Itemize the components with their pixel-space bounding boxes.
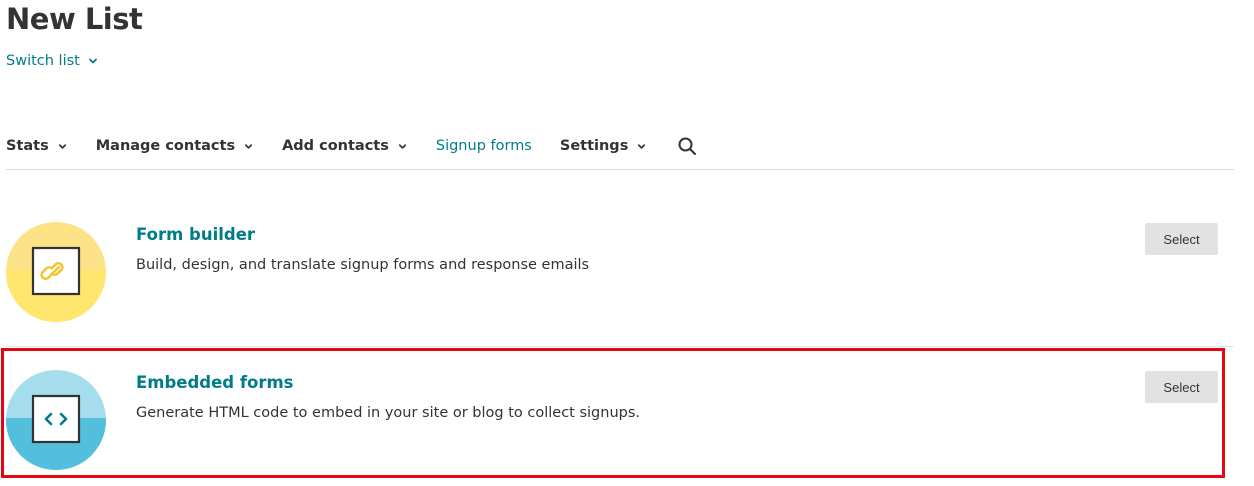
highlight-box [1,348,1225,478]
form-builder-description: Build, design, and translate signup form… [136,257,590,273]
nav-item-stats[interactable]: Stats [6,138,68,154]
switch-list-label: Switch list [6,53,80,69]
list-nav: Stats Manage contacts Add contacts Signu… [6,132,697,160]
nav-item-label: Settings [559,138,629,154]
nav-item-signup-forms[interactable]: Signup forms [436,138,532,154]
option-form-builder: Form builder Build, design, and translat… [6,215,1218,335]
form-builder-select-button[interactable]: Select [1145,223,1218,255]
form-builder-illustration [6,222,106,322]
search-icon[interactable] [677,136,697,156]
chevron-down-icon [245,143,253,149]
page-title: New List [6,2,143,36]
chevron-down-icon [638,143,646,149]
nav-item-manage-contacts[interactable]: Manage contacts [96,138,254,154]
switch-list-button[interactable]: Switch list [6,53,99,69]
link-icon [6,222,106,322]
nav-item-label: Stats [6,138,49,154]
chevron-down-icon [58,143,66,149]
nav-item-settings[interactable]: Settings [560,138,647,154]
nav-item-label: Signup forms [435,138,532,154]
nav-divider [6,169,1234,170]
option-divider [6,346,1234,347]
form-builder-title-link[interactable]: Form builder [136,225,255,244]
nav-item-add-contacts[interactable]: Add contacts [282,138,408,154]
chevron-down-icon [398,143,406,149]
nav-item-label: Add contacts [282,138,389,154]
chevron-down-icon [88,58,97,64]
nav-item-label: Manage contacts [95,138,236,154]
